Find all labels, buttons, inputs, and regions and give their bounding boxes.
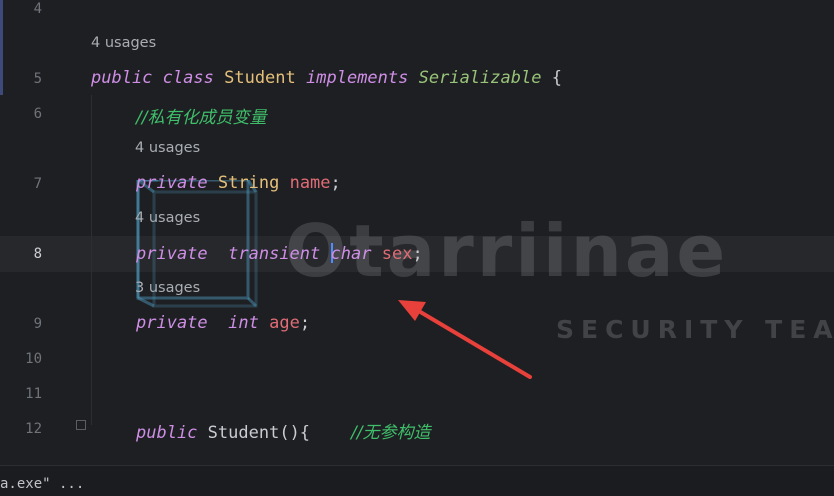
run-output-bar: a.exe" ... <box>0 465 834 496</box>
code-editor[interactable]: 4 5 6 7 8 9 10 11 12 Otarriinae SECURITY… <box>0 0 834 465</box>
annotation-arrow-icon <box>398 300 532 379</box>
run-command-text: a.exe" ... <box>0 476 85 492</box>
